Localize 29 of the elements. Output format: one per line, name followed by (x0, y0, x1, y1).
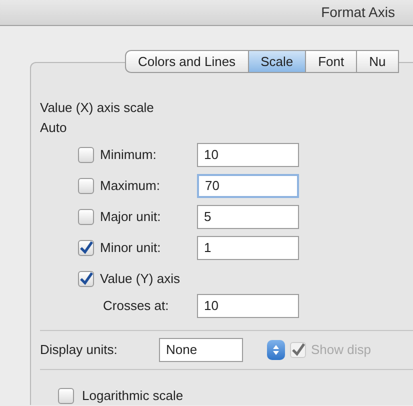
field-label: Minor unit: (100, 239, 162, 258)
field-label: Major unit: (100, 208, 162, 226)
field-label: Maximum: (100, 177, 161, 196)
section-subheading: Auto (40, 119, 68, 137)
checkbox-label: Logarithmic scale (82, 387, 184, 405)
input-field[interactable]: 1 (197, 236, 299, 260)
input-field[interactable]: 10 (197, 143, 299, 167)
checkbox-label: Show disp (311, 341, 371, 360)
tab[interactable]: Font (306, 50, 358, 73)
section-heading: Value (X) axis scale (40, 99, 155, 117)
tab[interactable]: Colors and Lines (125, 50, 249, 73)
window-title: Format Axis (321, 3, 395, 22)
field-label: Display units: (40, 341, 118, 360)
field-label: Minimum: (100, 146, 158, 164)
field-label: Crosses at: (103, 297, 170, 316)
field-label: Value (Y) axis (100, 270, 180, 288)
checkbox[interactable] (78, 147, 94, 163)
input-field[interactable]: 5 (197, 205, 299, 229)
input-field[interactable]: 10 (197, 294, 299, 318)
checkbox[interactable] (78, 209, 94, 225)
tab[interactable]: Nu (357, 50, 399, 73)
checkbox[interactable] (78, 271, 94, 287)
input-field[interactable]: None (159, 338, 243, 362)
stepper-icon[interactable] (267, 340, 285, 360)
checkbox[interactable] (58, 388, 74, 404)
input-field[interactable]: 70 (197, 174, 299, 198)
checkbox[interactable] (78, 240, 94, 256)
tab[interactable]: Scale (248, 50, 306, 73)
checkbox[interactable] (78, 178, 94, 194)
